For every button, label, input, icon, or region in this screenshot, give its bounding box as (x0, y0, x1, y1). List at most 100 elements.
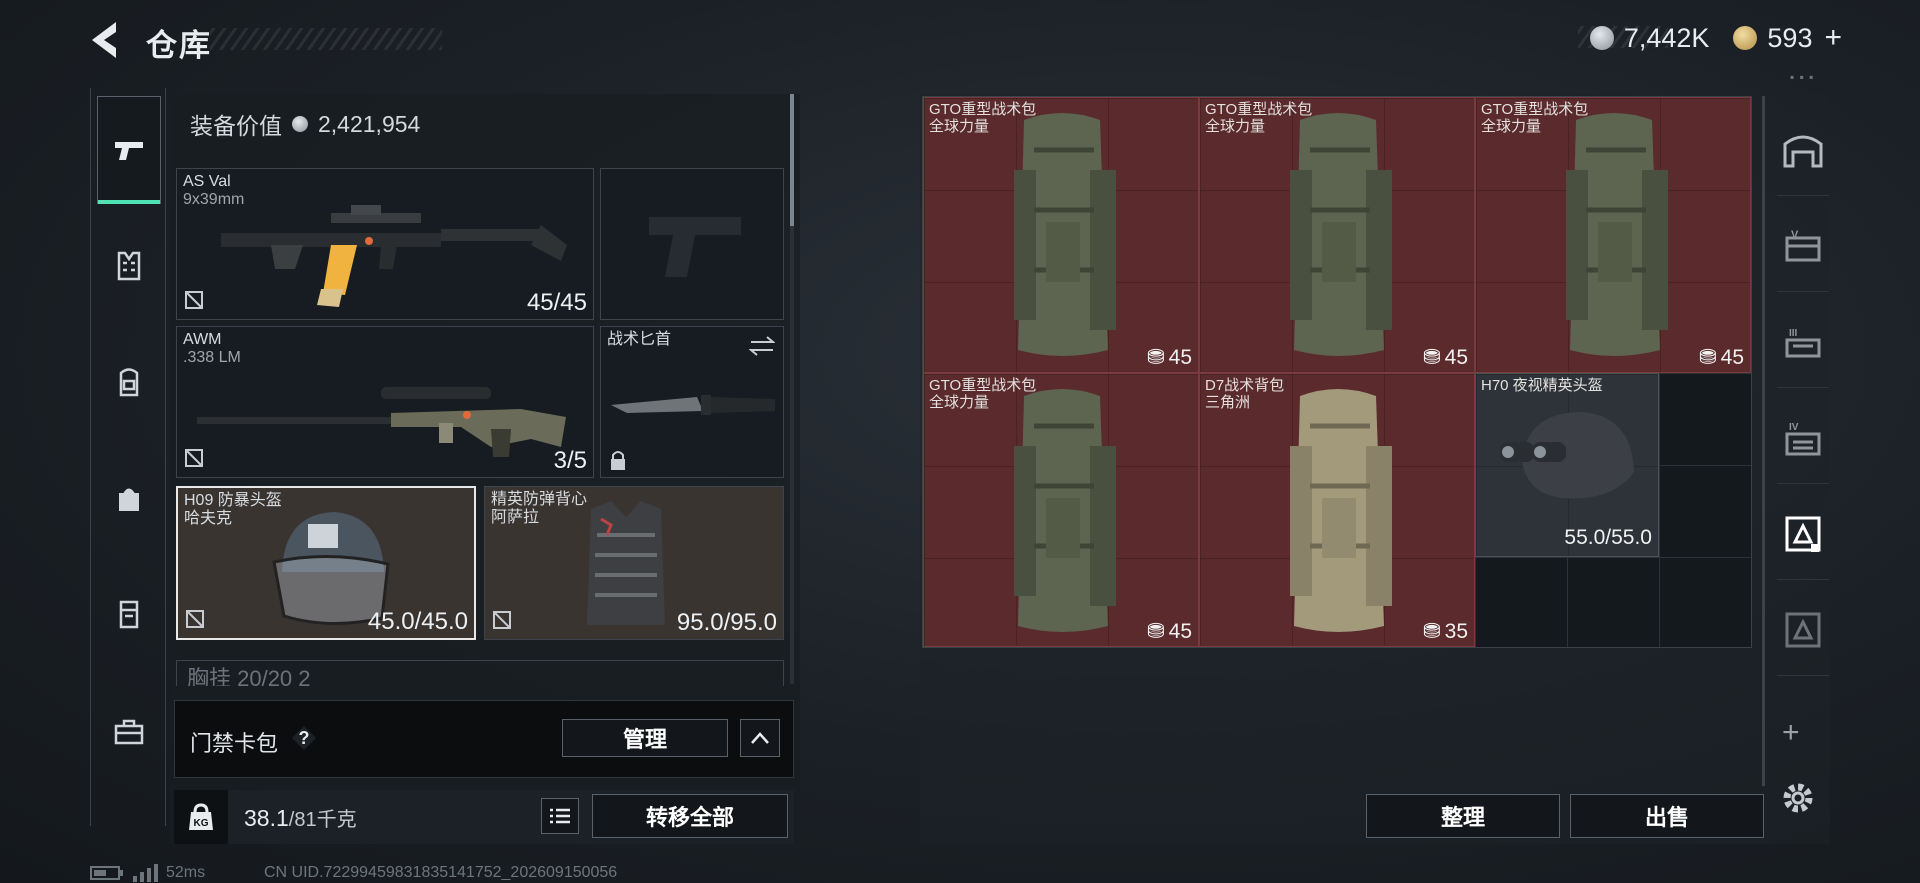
more-dots: ▪ ▪ ▪ (1790, 70, 1815, 84)
storage-item-gto-backpack[interactable]: GTO重型战术包 全球力量 ⛃ 45 (923, 97, 1199, 373)
nav-weapons[interactable] (97, 96, 161, 204)
storage-item-night-vision-helmet[interactable]: H70 夜视精英头盔 55.0/55.0 (1475, 373, 1659, 557)
gold-coin-icon (1733, 26, 1758, 50)
lock-icon (611, 451, 625, 470)
as-val-rifle-icon (221, 205, 567, 307)
capacity-icon: ⛃ (1423, 346, 1441, 369)
capacity-icon: ⛃ (1423, 620, 1441, 643)
tab-tier: III (1789, 328, 1798, 339)
helmet-slot[interactable]: H09 防暴头盔 哈夫克 45.0/45.0 (176, 486, 476, 640)
user-uid: CN UID.72299459831835141752_202609150056 (264, 864, 618, 881)
uninsured-icon (186, 610, 204, 628)
status-bar: 52ms (90, 864, 205, 882)
awm-rifle-icon (197, 387, 566, 457)
pistol-slot-empty[interactable] (600, 168, 784, 320)
equipment-value: 装备价值 2,421,954 (190, 107, 420, 141)
nav-toolbox[interactable] (97, 678, 161, 786)
signal-icon (133, 864, 158, 882)
tab-tier: IV (1789, 422, 1799, 433)
tab-warehouse-2[interactable]: V (1777, 200, 1829, 292)
backpack-icon (1014, 389, 1116, 632)
weight-icon: KG (174, 790, 228, 844)
scrollbar-thumb[interactable] (790, 94, 794, 226)
storage-item-gto-backpack[interactable]: GTO重型战术包 全球力量 ⛃ 45 (1475, 97, 1751, 373)
night-vision-helmet-icon (1500, 412, 1634, 499)
backpack-storage-icon (1785, 516, 1821, 552)
add-tab-button[interactable]: + (1782, 716, 1800, 750)
weapon-name: AWM (183, 331, 222, 348)
gear-icon[interactable] (1776, 776, 1820, 820)
capacity-icon: ⛃ (1147, 346, 1165, 369)
armor-name: 精英防弹背心 (491, 491, 588, 508)
item-capacity: ⛃ 35 (1423, 619, 1468, 644)
capacity-value: 45 (1168, 345, 1192, 369)
tab-warehouse-1[interactable] (1777, 104, 1829, 196)
page-title: 仓库 (146, 28, 212, 63)
capacity-value: 45 (1444, 345, 1468, 369)
armor-slot[interactable]: 精英防弹背心 阿萨拉 95.0/95.0 (484, 486, 784, 640)
back-arrow-icon[interactable] (86, 18, 126, 62)
weight-max: /81千克 (288, 809, 357, 831)
swap-arrows-icon[interactable] (749, 335, 775, 357)
list-view-button[interactable] (541, 798, 579, 834)
item-source: 全球力量 (929, 394, 990, 411)
transfer-all-button[interactable]: 转移全部 (592, 794, 788, 838)
currency-bar: 7,442K 593 + (1577, 21, 1842, 55)
nav-chest-rig[interactable] (97, 212, 161, 320)
uninsured-icon (185, 449, 203, 467)
storage-item-gto-backpack[interactable]: GTO重型战术包 全球力量 ⛃ 45 (1199, 97, 1475, 373)
battery-icon (90, 866, 123, 880)
storage-item-d7-backpack[interactable]: D7战术背包 三角洲 ⛃ 35 (1199, 373, 1475, 647)
help-mark: ? (299, 728, 310, 748)
armor-map: 阿萨拉 (491, 509, 540, 526)
silver-coin-icon (1589, 26, 1614, 50)
weight-current: 38.1 (244, 805, 289, 831)
warehouse-tabs: V III IV (1762, 96, 1832, 786)
armory-icon: III (1785, 328, 1821, 357)
backpack-storage-icon (1785, 612, 1821, 647)
uninsured-icon (185, 291, 203, 309)
sell-button[interactable]: 出售 (1570, 794, 1764, 838)
tab-tier: V (1791, 229, 1799, 241)
gold-amount: 593 (1767, 22, 1813, 53)
pistol-icon (115, 142, 143, 160)
chest-rig-icon (117, 251, 141, 281)
tab-warehouse-4[interactable]: IV (1777, 392, 1829, 484)
silver-coin-icon (292, 116, 308, 132)
melee-slot[interactable]: 战术匕首 (600, 326, 784, 478)
item-capacity: ⛃ 45 (1423, 345, 1468, 370)
capacity-icon: ⛃ (1147, 620, 1165, 643)
tab-warehouse-3[interactable]: III (1777, 296, 1829, 388)
item-source: 全球力量 (929, 118, 990, 135)
weight-readout: 38.1/81千克 (244, 803, 357, 832)
collapse-button[interactable] (740, 719, 780, 757)
access-card-label: 门禁卡包 (190, 731, 279, 756)
helmet-map: 哈夫克 (184, 510, 233, 527)
nav-backpack[interactable] (97, 328, 161, 436)
tab-warehouse-5-active[interactable] (1777, 488, 1829, 580)
chest-rig-row[interactable]: 胸挂 20/20 2 (176, 660, 784, 686)
storage-item-gto-backpack[interactable]: GTO重型战术包 全球力量 ⛃ 45 (923, 373, 1199, 647)
nav-pouch[interactable] (97, 444, 161, 552)
uninsured-icon (493, 611, 511, 629)
item-durability: 55.0/55.0 (1564, 526, 1652, 549)
backpack-icon (1290, 113, 1392, 356)
primary-weapon-slot[interactable]: AS Val 9x39mm 45/45 (176, 168, 594, 320)
secondary-weapon-slot[interactable]: AWM .338 LM 3/5 (176, 326, 594, 478)
tab-warehouse-6[interactable] (1777, 584, 1829, 676)
nav-container[interactable] (97, 560, 161, 668)
item-source: 全球力量 (1205, 118, 1266, 135)
armor-durability: 95.0/95.0 (676, 609, 777, 636)
manage-button[interactable]: 管理 (562, 719, 728, 757)
weapon-ammo: 3/5 (553, 447, 587, 474)
helmet-durability: 45.0/45.0 (367, 608, 468, 635)
item-capacity: ⛃ 45 (1699, 345, 1744, 370)
item-name: D7战术背包 (1205, 377, 1285, 394)
add-currency-button[interactable]: + (1824, 21, 1842, 55)
sort-button[interactable]: 整理 (1366, 794, 1560, 838)
kg-label: KG (194, 818, 209, 829)
container-icon (119, 600, 139, 629)
backpack-icon (1290, 389, 1392, 632)
help-icon[interactable]: ? (290, 724, 318, 752)
backpack-icon (1566, 113, 1668, 356)
